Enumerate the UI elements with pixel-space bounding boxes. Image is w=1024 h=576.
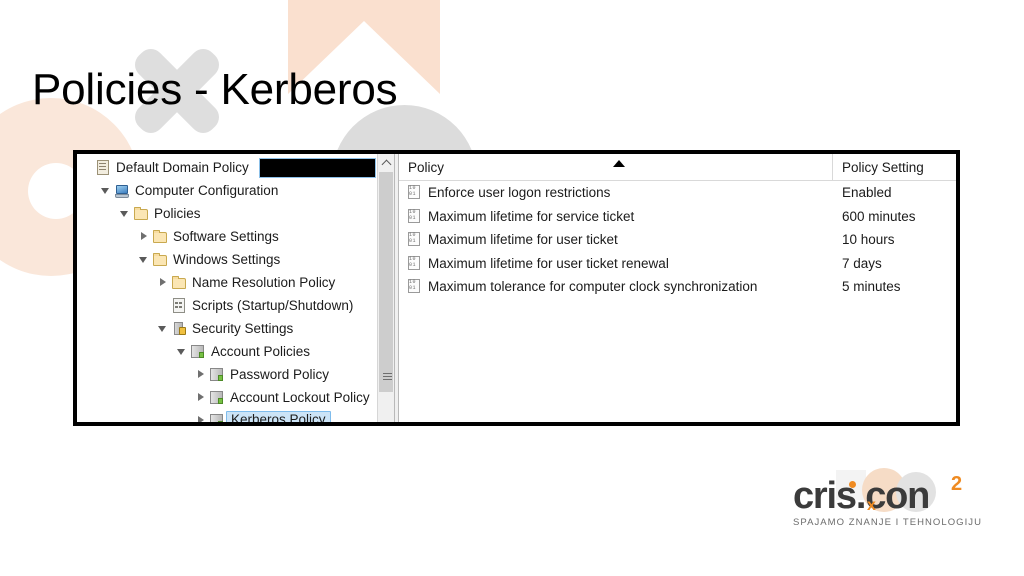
folder-icon (152, 252, 169, 268)
tree-item-label: Name Resolution Policy (192, 274, 336, 290)
policy-setting-cell: Enabled (842, 185, 892, 201)
collapse-triangle-icon[interactable] (100, 184, 113, 197)
logo-wordmark: cris.con x 2 (793, 473, 979, 517)
expand-triangle-icon[interactable] (195, 414, 208, 422)
policy-name-label: Maximum lifetime for user ticket (428, 232, 618, 248)
policy-setting-icon: 01 (407, 208, 422, 224)
policy-list-header: Policy Policy Setting (399, 154, 956, 181)
policy-name-label: Maximum lifetime for service ticket (428, 208, 635, 224)
tree-item-label: Account Lockout Policy (230, 389, 370, 405)
logo-part1: cris (793, 475, 857, 517)
servers-icon (209, 367, 226, 383)
table-row[interactable]: 01 Enforce user logon restrictions Enabled (399, 181, 956, 205)
computer-icon (114, 183, 131, 199)
expand-triangle-icon[interactable] (195, 391, 208, 404)
tree-item-label: Policies (154, 205, 201, 221)
folder-icon (133, 206, 150, 222)
policy-setting-cell: 5 minutes (842, 279, 901, 295)
expand-triangle-icon[interactable] (195, 368, 208, 381)
tree-item-label: Kerberos Policy (226, 411, 331, 422)
tree-item[interactable]: Policies (77, 202, 377, 225)
logo-superscript-two: 2 (951, 473, 962, 495)
tree-item[interactable]: Default Domain Policy (77, 156, 377, 179)
tree-item[interactable]: Password Policy (77, 363, 377, 386)
policy-name-label: Maximum lifetime for user ticket renewal (428, 255, 669, 271)
column-header-policy[interactable]: Policy (399, 154, 833, 180)
page-title: Policies - Kerberos (32, 65, 398, 115)
table-row[interactable]: 01 Maximum tolerance for computer clock s… (399, 275, 956, 299)
collapse-triangle-icon[interactable] (138, 253, 151, 266)
column-header-policy-setting[interactable]: Policy Setting (833, 154, 956, 180)
tree-item[interactable]: Computer Configuration (77, 179, 377, 202)
table-row[interactable]: 01 Maximum lifetime for user ticket 10 hou… (399, 228, 956, 252)
policy-tree: Default Domain Policy Computer Configurat… (77, 154, 377, 422)
policy-name-label: Maximum tolerance for computer clock syn… (428, 279, 758, 295)
policy-setting-icon: 01 (407, 279, 422, 294)
logo-tagline: SPAJAMO ZNANJE I TEHNOLOGIJU (793, 517, 982, 528)
tree-item[interactable]: Kerberos Policy (77, 409, 377, 422)
logo-separator: . (855, 475, 867, 517)
tree-item[interactable]: Name Resolution Policy (77, 271, 377, 294)
policy-name-cell: 01 Enforce user logon restrictions (399, 185, 833, 200)
policy-setting-icon: 01 (407, 255, 422, 271)
criscon-logo: cris.con x 2 SPAJAMO ZNANJE I TEHNOLOGIJ… (793, 473, 982, 528)
security-lock-icon (171, 321, 188, 337)
document-icon (95, 159, 112, 176)
expand-triangle-icon[interactable] (138, 230, 151, 243)
scroll-up-button[interactable] (378, 154, 394, 171)
redaction-box (259, 158, 376, 178)
tree-item[interactable]: Account Lockout Policy (77, 386, 377, 409)
expand-triangle-icon[interactable] (157, 276, 170, 289)
policy-name-cell: 01 Maximum lifetime for user ticket renew… (399, 255, 833, 271)
tree-item-label: Security Settings (192, 320, 294, 336)
tree-item[interactable]: Security Settings (77, 317, 377, 340)
policy-name-cell: 01 Maximum tolerance for computer clock s… (399, 279, 833, 294)
tree-item-label: Scripts (Startup/Shutdown) (192, 297, 354, 313)
logo-orange-dot-icon (849, 481, 856, 488)
servers-icon (209, 413, 226, 422)
group-policy-editor-window: Default Domain Policy Computer Configurat… (73, 150, 960, 426)
tree-item[interactable]: Account Policies (77, 340, 377, 363)
tree-item-label: Default Domain Policy (116, 159, 249, 175)
tree-item[interactable]: Windows Settings (77, 248, 377, 271)
policy-setting-cell: 10 hours (842, 232, 895, 248)
tree-item-label: Account Policies (211, 343, 311, 359)
logo-subscript-x: x (867, 497, 876, 514)
column-header-policy-setting-label: Policy Setting (842, 159, 924, 175)
policy-list-body: 01 Enforce user logon restrictions Enabled… (399, 181, 956, 299)
collapse-triangle-icon[interactable] (176, 345, 189, 358)
script-icon (171, 297, 188, 314)
policy-setting-icon: 01 (407, 185, 422, 200)
tree-item[interactable]: Software Settings (77, 225, 377, 248)
policy-tree-pane: Default Domain Policy Computer Configurat… (77, 154, 394, 422)
policy-setting-icon: 01 (407, 232, 422, 247)
policy-setting-cell: 600 minutes (842, 208, 916, 224)
scrollbar-grip-icon (383, 373, 392, 380)
policy-name-cell: 01 Maximum lifetime for user ticket (399, 232, 833, 247)
tree-item[interactable]: Scripts (Startup/Shutdown) (77, 294, 377, 317)
tree-item-label: Software Settings (173, 228, 279, 244)
scrollbar-thumb[interactable] (379, 172, 393, 392)
column-header-policy-label: Policy (408, 159, 445, 175)
policy-setting-cell: 7 days (842, 255, 882, 271)
policy-name-label: Enforce user logon restrictions (428, 185, 611, 201)
table-row[interactable]: 01 Maximum lifetime for service ticket 600… (399, 205, 956, 229)
tree-item-label: Password Policy (230, 366, 330, 382)
folder-icon (152, 229, 169, 245)
collapse-triangle-icon[interactable] (157, 322, 170, 335)
servers-icon (190, 344, 207, 360)
servers-icon (209, 390, 226, 406)
collapse-triangle-icon[interactable] (119, 207, 132, 220)
tree-vertical-scrollbar[interactable] (377, 154, 394, 422)
sort-ascending-icon (613, 160, 625, 167)
policy-name-cell: 01 Maximum lifetime for service ticket (399, 208, 833, 224)
policy-list-pane: Policy Policy Setting 01 Enforce user log… (399, 154, 956, 422)
tree-item-label: Windows Settings (173, 251, 281, 267)
table-row[interactable]: 01 Maximum lifetime for user ticket renew… (399, 252, 956, 276)
tree-item-label: Computer Configuration (135, 182, 279, 198)
folder-icon (171, 275, 188, 291)
